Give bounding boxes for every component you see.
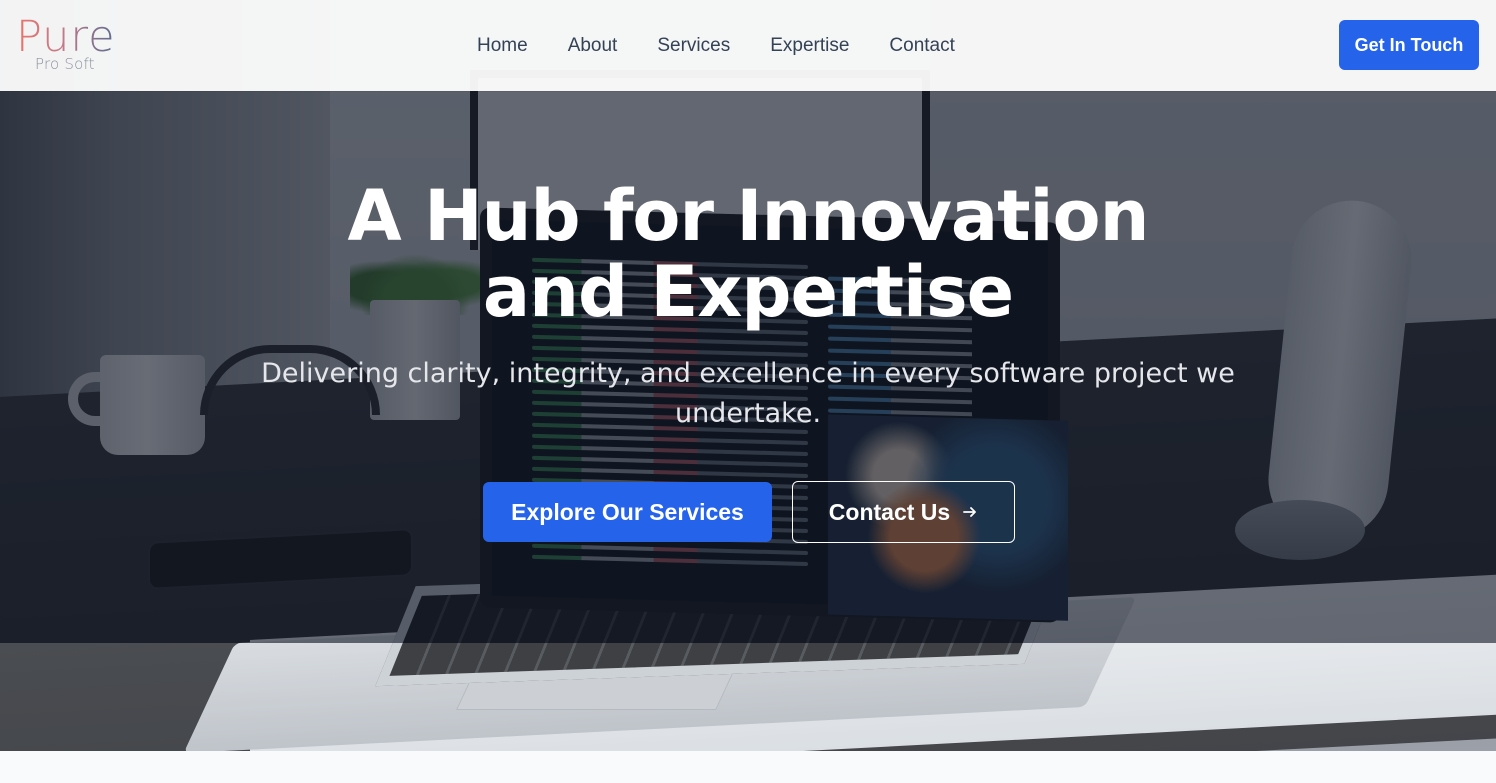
get-in-touch-button[interactable]: Get In Touch (1339, 20, 1479, 70)
contact-us-button[interactable]: Contact Us (792, 481, 1015, 543)
explore-services-button[interactable]: Explore Our Services (483, 482, 772, 542)
nav-expertise[interactable]: Expertise (750, 31, 869, 61)
next-section (0, 751, 1496, 783)
logo[interactable]: Pure Pro Soft (16, 12, 126, 78)
arrow-right-icon (963, 507, 977, 517)
hero-overlay-lower (0, 643, 1496, 751)
hero-subtitle-line-2: undertake. (674, 398, 822, 429)
hero-title-line-2: and Expertise (482, 251, 1014, 333)
nav-home[interactable]: Home (457, 31, 548, 61)
nav-contact[interactable]: Contact (869, 31, 974, 61)
hero-title-line-1: A Hub for Innovation (347, 175, 1150, 257)
contact-us-label: Contact Us (828, 498, 951, 525)
hero-title: A Hub for Innovation and Expertise (248, 178, 1248, 330)
navbar: Pure Pro Soft Home About Services Expert… (0, 0, 1496, 91)
logo-tagline: Pro Soft (35, 55, 95, 73)
main-nav: Home About Services Expertise Contact (457, 31, 975, 61)
hero-subtitle-line-1: Delivering clarity, integrity, and excel… (261, 358, 1235, 389)
nav-about[interactable]: About (548, 31, 638, 61)
hero-section: A Hub for Innovation and Expertise Deliv… (0, 0, 1496, 751)
hero-subtitle: Delivering clarity, integrity, and excel… (248, 354, 1248, 434)
nav-services[interactable]: Services (637, 31, 750, 61)
